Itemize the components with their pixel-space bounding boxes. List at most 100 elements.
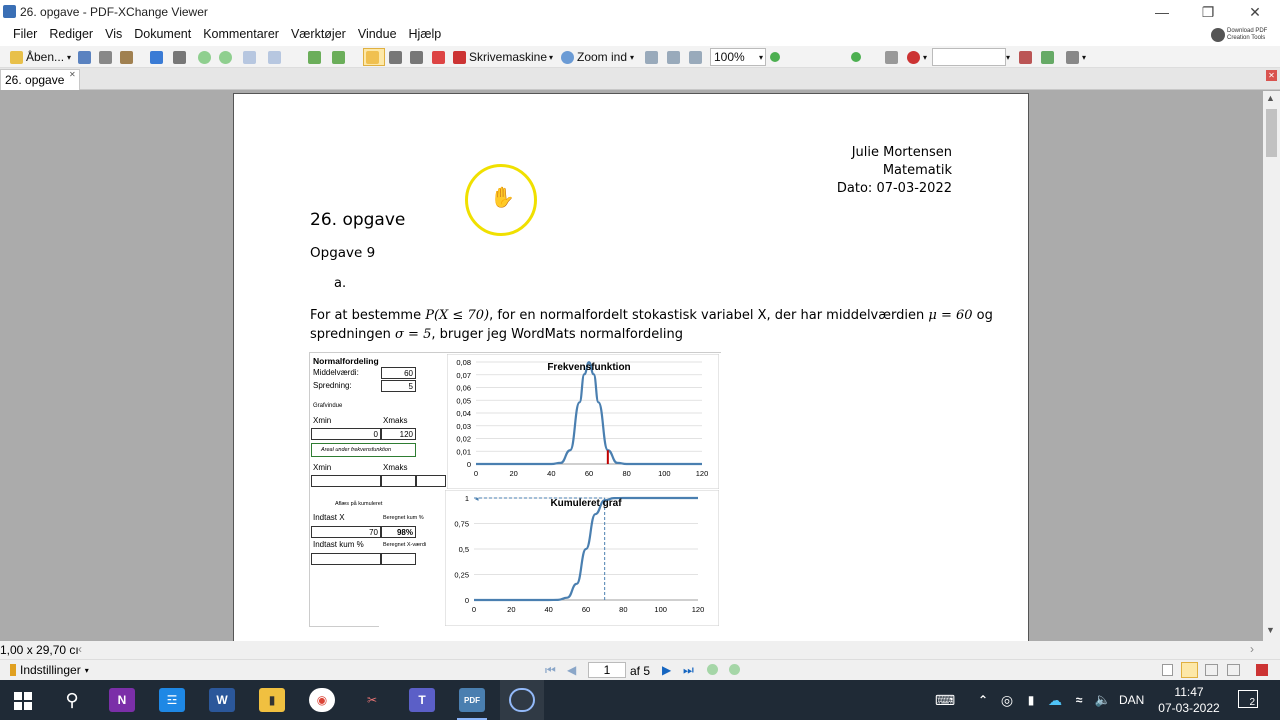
menu-kommentarer[interactable]: Kommentarer: [197, 24, 285, 41]
typewriter-button[interactable]: Skrivemaskine ▾: [453, 48, 553, 66]
zoom-in-button[interactable]: Zoom ind ▾: [561, 48, 634, 66]
rotate-right-icon: [332, 50, 345, 64]
email-button[interactable]: [120, 48, 136, 66]
undo-button[interactable]: [243, 48, 259, 66]
prev-page-icon[interactable]: ◀: [567, 663, 576, 677]
zoom-select[interactable]: 100% ▾: [710, 48, 766, 66]
comments-button[interactable]: ▾: [907, 48, 927, 66]
rotate-right-button[interactable]: [332, 48, 348, 66]
restore-button[interactable]: ❐: [1185, 0, 1231, 24]
highlight-button[interactable]: [432, 48, 448, 66]
tab-26-opgave[interactable]: 26. opgave ✕: [0, 69, 80, 90]
language-indicator[interactable]: DAN: [1119, 693, 1144, 707]
scan-button[interactable]: [150, 48, 166, 66]
first-page-icon[interactable]: ⏮: [545, 663, 556, 678]
app-icon: [3, 5, 16, 18]
open-button[interactable]: Åben... ▾: [10, 48, 71, 66]
fit-width-button[interactable]: [689, 48, 705, 66]
close-button[interactable]: ✕: [1232, 0, 1278, 24]
calendar-app-icon[interactable]: ☲: [159, 688, 185, 712]
find-button[interactable]: [1019, 48, 1035, 66]
wifi-icon[interactable]: ≈: [1066, 688, 1092, 712]
ocr-button[interactable]: [173, 48, 189, 66]
battery-icon[interactable]: ▮: [1018, 688, 1044, 712]
location-icon[interactable]: ◎: [994, 688, 1020, 712]
start-button[interactable]: [14, 692, 32, 710]
notification-center-icon[interactable]: 2: [1238, 690, 1258, 708]
zoom-out-button[interactable]: [770, 48, 783, 66]
x-tick-label: 0: [474, 469, 478, 478]
rotate-left-button[interactable]: [308, 48, 324, 66]
search-dropdown[interactable]: ▾: [1006, 48, 1010, 66]
fit-page-button[interactable]: [667, 48, 683, 66]
scroll-up-icon[interactable]: ▲: [1266, 93, 1275, 103]
header-block: Julie Mortensen Matematik Dato: 07-03-20…: [754, 144, 952, 198]
scroll-down-icon[interactable]: ▼: [1266, 625, 1275, 635]
zoom-plus-button[interactable]: [851, 48, 864, 66]
history-forward-icon[interactable]: [729, 664, 740, 675]
save-button[interactable]: [78, 48, 94, 66]
menu-filer[interactable]: Filer: [7, 24, 43, 41]
chrome-icon[interactable]: ◉: [309, 688, 335, 712]
tray-chevron-icon[interactable]: ⌃: [970, 688, 996, 712]
snapshot-button[interactable]: [410, 48, 426, 66]
menu-rediger[interactable]: Rediger: [43, 24, 99, 41]
history-back-icon[interactable]: [707, 664, 718, 675]
print-button[interactable]: [99, 48, 115, 66]
tools-button[interactable]: ▾: [1066, 48, 1086, 66]
menu-vis[interactable]: Vis: [99, 24, 128, 41]
hand-tool-button[interactable]: [363, 48, 385, 66]
scroll-right-icon[interactable]: ›: [1250, 642, 1254, 656]
document-viewer[interactable]: Julie Mortensen Matematik Dato: 07-03-20…: [0, 91, 1263, 641]
area-xmax-input[interactable]: [381, 475, 416, 487]
y-tick-label: 0,01: [456, 447, 471, 456]
facing-page-icon[interactable]: [1205, 664, 1218, 676]
vertical-scrollbar[interactable]: ▲ ▼: [1263, 91, 1280, 641]
onenote-icon[interactable]: N: [109, 688, 135, 712]
next-page-icon[interactable]: ▶: [662, 663, 671, 677]
back-button[interactable]: [198, 48, 214, 66]
menu-vindue[interactable]: Vindue: [352, 24, 403, 41]
volume-icon[interactable]: 🔈: [1090, 688, 1116, 712]
close-document-icon[interactable]: ✕: [1266, 70, 1277, 81]
menu-vaerktoejer[interactable]: Værktøjer: [285, 24, 352, 41]
teams-icon[interactable]: T: [409, 688, 435, 712]
active-app-highlight: [500, 680, 544, 720]
view-button[interactable]: [885, 48, 901, 66]
onedrive-icon[interactable]: ☁: [1042, 688, 1068, 712]
download-pdf-tools-button[interactable]: Download PDF Creation Tools: [1211, 24, 1277, 46]
scroll-left-icon[interactable]: ‹: [78, 642, 82, 656]
scroll-thumb[interactable]: [1266, 109, 1277, 157]
page-number-input[interactable]: 1: [588, 662, 626, 678]
continuous-facing-icon[interactable]: [1227, 664, 1240, 676]
menu-dokument[interactable]: Dokument: [128, 24, 197, 41]
pdf-xchange-taskbar-icon[interactable]: PDF: [459, 688, 485, 712]
input-x-value[interactable]: 70: [311, 526, 381, 538]
redo-button[interactable]: [268, 48, 284, 66]
area-result: [416, 475, 446, 487]
input-cum-input[interactable]: [311, 553, 381, 565]
last-page-icon[interactable]: ⏭: [683, 663, 694, 678]
keyboard-icon[interactable]: ⌨: [932, 688, 958, 712]
menu-hjaelp[interactable]: Hjælp: [403, 24, 448, 41]
single-page-icon[interactable]: [1162, 664, 1173, 676]
snipping-tool-icon[interactable]: ✂: [359, 688, 385, 712]
forward-icon: [219, 50, 232, 64]
horizontal-scrollbar[interactable]: 1,00 x 29,70 cı ‹ ›: [0, 641, 1280, 659]
clock[interactable]: 11:47 07-03-2022: [1152, 684, 1226, 716]
settings-button[interactable]: Indstillinger ▾: [10, 663, 89, 677]
file-explorer-icon[interactable]: ▮: [259, 688, 285, 712]
actual-size-button[interactable]: [645, 48, 661, 66]
word-icon[interactable]: W: [209, 688, 235, 712]
area-xmin-input[interactable]: [311, 475, 381, 487]
select-text-button[interactable]: [389, 48, 405, 66]
forward-button[interactable]: [219, 48, 235, 66]
mean-label: Middelværdi:: [313, 368, 359, 377]
pdf-options-icon[interactable]: [1256, 664, 1268, 676]
continuous-page-icon[interactable]: [1181, 662, 1198, 678]
search-input[interactable]: [932, 48, 1006, 66]
tab-close-icon[interactable]: ✕: [69, 70, 76, 79]
advanced-search-button[interactable]: [1041, 48, 1057, 66]
minimize-button[interactable]: —: [1139, 0, 1185, 24]
search-icon[interactable]: ⚲: [59, 688, 85, 712]
